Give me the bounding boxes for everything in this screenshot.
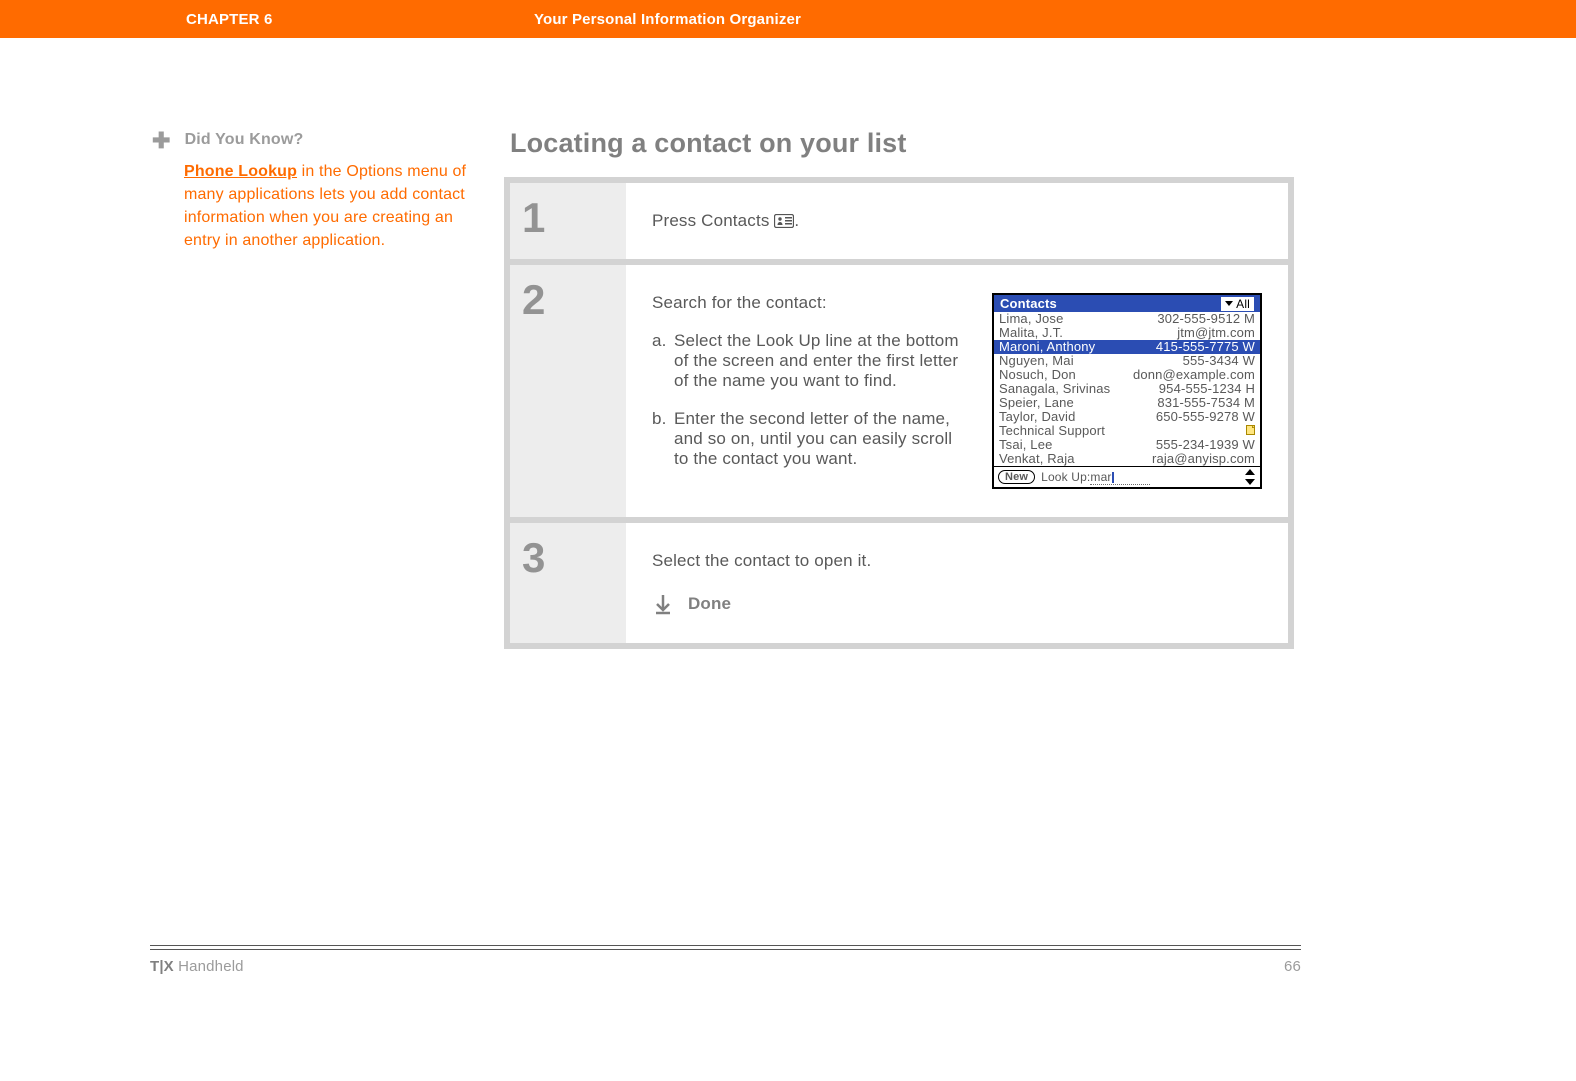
- palm-contact-row[interactable]: Nosuch, Dondonn@example.com: [994, 368, 1260, 382]
- step-number: 3: [510, 523, 626, 643]
- chapter-header: CHAPTER 6 Your Personal Information Orga…: [0, 0, 1576, 38]
- step-2-lead: Search for the contact:: [652, 293, 962, 313]
- palm-category-dropdown[interactable]: All: [1221, 297, 1254, 311]
- note-icon: [1246, 423, 1255, 438]
- chapter-label: CHAPTER 6: [186, 11, 272, 28]
- tip-body: Phone Lookup in the Options menu of many…: [152, 160, 482, 253]
- sub-letter: b.: [652, 409, 674, 469]
- palm-category-label: All: [1236, 297, 1250, 311]
- palm-lookup-value: mar: [1090, 470, 1111, 484]
- done-arrow-icon: [652, 593, 674, 615]
- step-number: 2: [510, 265, 626, 517]
- steps-frame: 1 Press Contacts: [504, 177, 1294, 649]
- text-cursor-icon: [1112, 472, 1114, 483]
- contact-name: Sanagala, Srivinas: [999, 382, 1159, 396]
- sidebar-tip: ✚ Did You Know? Phone Lookup in the Opti…: [152, 128, 482, 649]
- contact-name: Tsai, Lee: [999, 438, 1156, 452]
- sub-text: Select the Look Up line at the bottom of…: [674, 331, 962, 391]
- contact-name: Speier, Lane: [999, 396, 1157, 410]
- contact-phone: jtm@jtm.com: [1177, 326, 1255, 340]
- step-2: 2 Search for the contact: a. Select the …: [510, 265, 1288, 517]
- step-1: 1 Press Contacts: [510, 183, 1288, 259]
- palm-contact-row[interactable]: Nguyen, Mai555-3434 W: [994, 354, 1260, 368]
- contact-phone: donn@example.com: [1133, 368, 1255, 382]
- palm-contact-row[interactable]: Malita, J.T.jtm@jtm.com: [994, 326, 1260, 340]
- footer-model-bold: T|X: [150, 958, 174, 975]
- sub-letter: a.: [652, 331, 674, 391]
- dropdown-triangle-icon: [1225, 301, 1233, 306]
- contact-phone: 415-555-7775 W: [1156, 340, 1255, 354]
- sub-text: Enter the second letter of the name, and…: [674, 409, 962, 469]
- step-2b: b. Enter the second letter of the name, …: [652, 409, 962, 469]
- step-2a: a. Select the Look Up line at the bottom…: [652, 331, 962, 391]
- page-footer: T|X Handheld 66: [150, 945, 1301, 975]
- tip-heading: Did You Know?: [185, 128, 304, 151]
- contacts-hardware-button-icon: [774, 213, 794, 227]
- palm-contact-row[interactable]: Maroni, Anthony415-555-7775 W: [994, 340, 1260, 354]
- contact-phone: 954-555-1234 H: [1159, 382, 1255, 396]
- step-number: 1: [510, 183, 626, 259]
- contact-phone: 555-234-1939 W: [1156, 438, 1255, 452]
- page-title: Locating a contact on your list: [510, 128, 1294, 159]
- palm-contact-row[interactable]: Technical Support: [994, 424, 1260, 438]
- footer-model: T|X Handheld: [150, 958, 244, 975]
- plus-icon: ✚: [152, 125, 171, 157]
- palm-scroll-arrows-icon[interactable]: [1244, 469, 1256, 485]
- palm-contact-row[interactable]: Tsai, Lee555-234-1939 W: [994, 438, 1260, 452]
- footer-page-number: 66: [1284, 958, 1301, 975]
- palm-contact-row[interactable]: Venkat, Rajaraja@anyisp.com: [994, 452, 1260, 466]
- palm-app-title: Contacts: [1000, 296, 1057, 311]
- phone-lookup-link[interactable]: Phone Lookup: [184, 163, 297, 180]
- palm-contact-row[interactable]: Lima, Jose302-555-9512 M: [994, 312, 1260, 326]
- palm-new-button[interactable]: New: [998, 470, 1035, 484]
- footer-rule: [150, 945, 1301, 950]
- contact-name: Technical Support: [999, 424, 1246, 438]
- step-1-text-after: .: [794, 211, 799, 230]
- contact-name: Lima, Jose: [999, 312, 1157, 326]
- contact-phone: 555-3434 W: [1183, 354, 1255, 368]
- contact-phone: 302-555-9512 M: [1157, 312, 1255, 326]
- contact-name: Taylor, David: [999, 410, 1156, 424]
- palm-lookup-input[interactable]: mar: [1090, 470, 1150, 485]
- chapter-title: Your Personal Information Organizer: [534, 11, 801, 28]
- contact-phone: 650-555-9278 W: [1156, 410, 1255, 424]
- contact-phone: raja@anyisp.com: [1152, 452, 1255, 466]
- contact-phone: 831-555-7534 M: [1157, 396, 1255, 410]
- contact-name: Venkat, Raja: [999, 452, 1152, 466]
- contact-name: Nguyen, Mai: [999, 354, 1183, 368]
- palm-contact-row[interactable]: Speier, Lane831-555-7534 M: [994, 396, 1260, 410]
- step-1-text-before: Press Contacts: [652, 211, 774, 230]
- contact-name: Nosuch, Don: [999, 368, 1133, 382]
- step-3: 3 Select the contact to open it. Done: [510, 523, 1288, 643]
- palm-contact-row[interactable]: Taylor, David650-555-9278 W: [994, 410, 1260, 424]
- contact-name: Maroni, Anthony: [999, 340, 1156, 354]
- contact-name: Malita, J.T.: [999, 326, 1177, 340]
- done-label: Done: [688, 594, 731, 614]
- contact-phone: [1246, 424, 1255, 438]
- palm-contact-row[interactable]: Sanagala, Srivinas954-555-1234 H: [994, 382, 1260, 396]
- done-indicator: Done: [652, 593, 1264, 615]
- palm-contacts-screenshot: Contacts All Lima, Jose302-555-9512 MMal…: [992, 293, 1262, 489]
- palm-lookup-label: Look Up:: [1041, 470, 1090, 484]
- step-3-text: Select the contact to open it.: [652, 551, 1264, 571]
- footer-model-rest: Handheld: [174, 958, 244, 975]
